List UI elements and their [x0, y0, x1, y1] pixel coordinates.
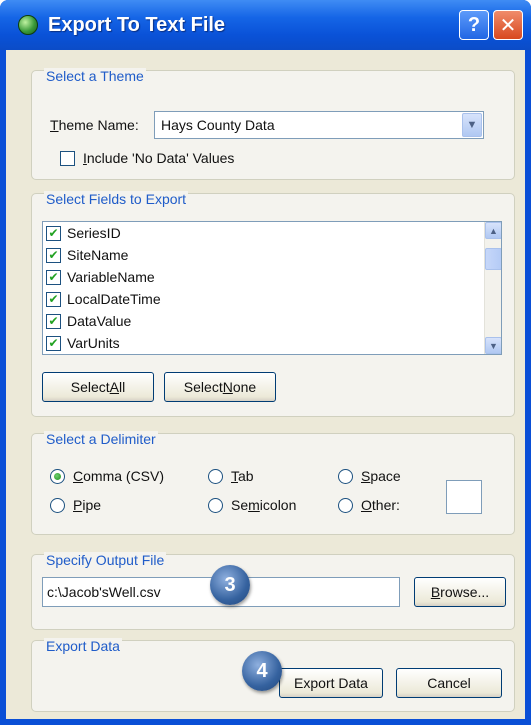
export-group-label: Export Data [44, 638, 122, 654]
field-list-item[interactable]: ✔ VarUnits [43, 332, 501, 354]
semicolon-label: Semicolon [231, 497, 296, 513]
step-3-badge: 3 [210, 565, 250, 605]
dialog-body: Select a Theme Theme Name: Hays County D… [6, 50, 525, 719]
delimiter-group: Select a Delimiter Comma (CSV) Tab Space Pi… [31, 431, 515, 535]
chevron-down-icon[interactable]: ▼ [462, 113, 482, 137]
pipe-label-mnemonic: P [73, 497, 83, 513]
semicolon-radio[interactable] [208, 497, 223, 513]
fields-scrollbar[interactable]: ▲ ▼ [484, 222, 501, 354]
fields-group-label: Select Fields to Export [44, 191, 189, 207]
include-nodata-label: Include 'No Data' Values [83, 150, 234, 166]
space-label-rest: pace [370, 468, 401, 484]
delimiter-group-label: Select a Delimiter [44, 431, 158, 447]
pipe-radio[interactable] [50, 497, 65, 513]
comma-label: Comma (CSV) [73, 468, 164, 484]
output-path-value: c:\Jacob'sWell.csv [47, 584, 161, 600]
other-label-rest: ther: [371, 497, 400, 513]
cancel-button[interactable]: Cancel [396, 668, 502, 698]
delimiter-option-tab[interactable]: Tab [208, 468, 254, 484]
space-radio[interactable] [338, 468, 353, 484]
theme-label-rest: heme Name: [58, 117, 139, 133]
pipe-label: Pipe [73, 497, 101, 513]
field-list-item[interactable]: ✔ VariableName [43, 266, 501, 288]
space-label: Space [361, 468, 401, 484]
select-all-button[interactable]: Select All [42, 372, 154, 402]
tab-radio[interactable] [208, 468, 223, 484]
field-checkbox[interactable]: ✔ [46, 225, 61, 241]
field-list-item[interactable]: ✔ SiteName [43, 244, 501, 266]
field-list-item[interactable]: ✔ LocalDateTime [43, 288, 501, 310]
other-radio[interactable] [338, 497, 353, 513]
tab-label-rest: ab [238, 468, 254, 484]
include-nodata-checkbox[interactable] [60, 150, 75, 166]
theme-group: Select a Theme Theme Name: Hays County D… [31, 68, 515, 180]
select-all-suffix: ll [119, 379, 126, 395]
delimiter-option-comma[interactable]: Comma (CSV) [50, 468, 164, 484]
field-list-item[interactable]: ✔ SeriesID [43, 222, 501, 244]
theme-name-select[interactable]: Hays County Data ▼ [154, 111, 484, 139]
title-bar[interactable]: Export To Text File ? ✕ [0, 0, 531, 50]
select-none-suffix: one [232, 379, 257, 395]
close-button[interactable]: ✕ [493, 10, 523, 40]
window-title: Export To Text File [48, 13, 226, 36]
fields-group: Select Fields to Export ✔ SeriesID ✔ SiteNa… [31, 191, 515, 417]
field-checkbox[interactable]: ✔ [46, 269, 61, 285]
fields-listbox[interactable]: ✔ SeriesID ✔ SiteName ✔ VariableName ✔ LocalDat… [42, 221, 502, 355]
other-delimiter-input[interactable] [446, 480, 482, 514]
tab-label-mnemonic: T [231, 468, 238, 484]
delimiter-option-other[interactable]: Other: [338, 497, 400, 513]
tab-label: Tab [231, 468, 254, 484]
field-label: DataValue [67, 313, 132, 329]
comma-label-mnemonic: C [73, 468, 84, 484]
space-label-mnemonic: S [361, 468, 371, 484]
field-label: VariableName [67, 269, 155, 285]
browse-button[interactable]: Browse... [414, 577, 506, 607]
theme-label-mnemonic: T [50, 117, 59, 133]
theme-name-value: Hays County Data [161, 117, 275, 133]
globe-app-icon [18, 15, 38, 35]
nodata-rest: nclude 'No Data' Values [86, 150, 235, 166]
help-button[interactable]: ? [459, 10, 489, 40]
other-label-mnemonic: O [361, 497, 372, 513]
export-group: Export Data Export Data 4 Cancel [31, 638, 515, 712]
comma-radio[interactable] [50, 468, 65, 484]
field-checkbox[interactable]: ✔ [46, 313, 61, 329]
browse-mnemonic: B [430, 584, 441, 600]
theme-name-label: Theme Name: [50, 117, 154, 133]
semicolon-label-mnemonic: m [248, 497, 260, 513]
export-data-button[interactable]: Export Data [279, 668, 383, 698]
output-group-label: Specify Output File [44, 552, 167, 568]
field-list-item[interactable]: ✔ DataValue [43, 310, 501, 332]
include-nodata-row[interactable]: Include 'No Data' Values [60, 150, 234, 166]
theme-name-row: Theme Name: Hays County Data ▼ [50, 111, 484, 139]
field-label: VarUnits [67, 335, 120, 351]
delimiter-option-pipe[interactable]: Pipe [50, 497, 101, 513]
select-none-mnemonic: N [222, 379, 233, 395]
field-label: SiteName [67, 247, 129, 263]
output-group: Specify Output File c:\Jacob'sWell.csv 3… [31, 552, 515, 630]
step-4-badge: 4 [242, 651, 282, 691]
scroll-up-icon[interactable]: ▲ [485, 222, 501, 239]
field-checkbox[interactable]: ✔ [46, 335, 61, 351]
semicolon-label-prefix: Se [231, 497, 249, 513]
select-all-mnemonic: A [109, 379, 120, 395]
field-checkbox[interactable]: ✔ [46, 291, 61, 307]
delimiter-option-space[interactable]: Space [338, 468, 401, 484]
pipe-label-rest: ipe [82, 497, 102, 513]
select-none-prefix: Select [183, 379, 223, 395]
scroll-thumb[interactable] [485, 248, 501, 270]
field-label: SeriesID [67, 225, 121, 241]
select-all-prefix: Select [70, 379, 110, 395]
browse-rest: rowse... [440, 584, 490, 600]
delimiter-option-semicolon[interactable]: Semicolon [208, 497, 296, 513]
other-label: Other: [361, 497, 400, 513]
field-checkbox[interactable]: ✔ [46, 247, 61, 263]
dialog-window: Export To Text File ? ✕ Select a Theme T… [0, 0, 531, 725]
select-none-button[interactable]: Select None [164, 372, 276, 402]
scroll-down-icon[interactable]: ▼ [485, 337, 501, 354]
theme-group-label: Select a Theme [44, 68, 146, 84]
comma-label-rest: omma (CSV) [83, 468, 165, 484]
semicolon-label-rest: icolon [259, 497, 297, 513]
field-label: LocalDateTime [67, 291, 161, 307]
